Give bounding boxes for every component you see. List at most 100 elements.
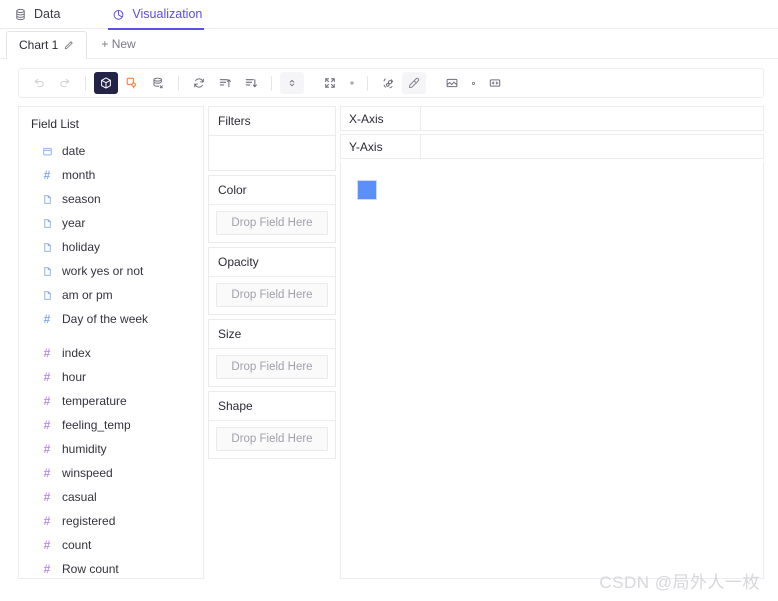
opacity-shelf-body: Drop Field Here: [209, 277, 335, 314]
field-label: work yes or not: [62, 264, 144, 278]
toolbar-divider: [85, 75, 86, 91]
redo-button[interactable]: [53, 72, 77, 94]
chart-canvas[interactable]: [340, 162, 764, 579]
auto-layout-button[interactable]: [376, 72, 400, 94]
field-item-year[interactable]: year: [19, 211, 203, 235]
field-label: registered: [62, 514, 116, 528]
field-item-holiday[interactable]: holiday: [19, 235, 203, 259]
hash-icon: #: [43, 418, 51, 432]
encoding-shelf-panel: Filters Color Drop Field Here Opacity Dr…: [208, 106, 336, 579]
chart-mode-button[interactable]: [94, 72, 118, 94]
document-icon: [41, 290, 53, 301]
hash-icon: #: [43, 466, 51, 480]
hash-icon: #: [43, 370, 51, 384]
shape-shelf-title: Shape: [209, 392, 335, 421]
hash-icon: #: [43, 346, 51, 360]
y-axis-dropzone[interactable]: [421, 135, 763, 158]
size-shelf-body: Drop Field Here: [209, 349, 335, 386]
export-image-button[interactable]: [440, 72, 464, 94]
size-shelf-title: Size: [209, 320, 335, 349]
field-item-temperature[interactable]: # temperature: [19, 389, 203, 413]
tab-visualization-label: Visualization: [132, 7, 203, 21]
y-axis-shelf: Y-Axis: [340, 134, 764, 159]
x-axis-label: X-Axis: [341, 107, 421, 130]
field-item-row-count[interactable]: # Row count: [19, 557, 203, 578]
pie-chart-icon: [112, 8, 125, 21]
field-item-humidity[interactable]: # humidity: [19, 437, 203, 461]
hash-icon: #: [43, 168, 51, 182]
annotation-mode-button[interactable]: [120, 72, 144, 94]
field-label: hour: [62, 370, 87, 384]
field-item-feeling-temp[interactable]: # feeling_temp: [19, 413, 203, 437]
shape-dropzone[interactable]: Drop Field Here: [216, 427, 328, 451]
hash-icon: #: [43, 442, 51, 456]
database-icon: [14, 8, 27, 21]
color-shelf-body: Drop Field Here: [209, 205, 335, 242]
field-item-work-yes-or-not[interactable]: work yes or not: [19, 259, 203, 283]
data-stack-button[interactable]: [146, 72, 170, 94]
opacity-shelf: Opacity Drop Field Here: [208, 247, 336, 315]
hash-icon: #: [43, 562, 51, 576]
field-label: feeling_temp: [62, 418, 131, 432]
opacity-dropzone[interactable]: Drop Field Here: [216, 283, 328, 307]
field-label: temperature: [62, 394, 127, 408]
field-label: date: [62, 144, 86, 158]
hash-icon: #: [43, 538, 51, 552]
field-item-day-of-the-week[interactable]: # Day of the week: [19, 307, 203, 331]
size-dropzone[interactable]: Drop Field Here: [216, 355, 328, 379]
visualization-workspace: Field List date # month season year holi…: [0, 98, 778, 579]
field-list-title: Field List: [31, 117, 80, 131]
hash-icon: #: [43, 394, 51, 408]
pencil-icon[interactable]: [63, 40, 74, 51]
new-chart-button[interactable]: + New: [87, 30, 149, 58]
undo-button[interactable]: [27, 72, 51, 94]
sort-ascending-button[interactable]: [213, 72, 237, 94]
shape-shelf-body: Drop Field Here: [209, 421, 335, 458]
sort-descending-button[interactable]: [239, 72, 263, 94]
stepper-button[interactable]: [280, 72, 304, 94]
toolbar-divider: [178, 75, 179, 91]
fit-screen-settings-button[interactable]: [344, 72, 359, 94]
refresh-button[interactable]: [187, 72, 211, 94]
tab-data[interactable]: Data: [10, 0, 74, 29]
fit-screen-button[interactable]: [318, 72, 342, 94]
chart-mark-square[interactable]: [357, 180, 377, 200]
field-list-panel: Field List date # month season year holi…: [18, 106, 204, 579]
field-item-winspeed[interactable]: # winspeed: [19, 461, 203, 485]
field-item-count[interactable]: # count: [19, 533, 203, 557]
field-item-index[interactable]: # index: [19, 341, 203, 365]
field-item-casual[interactable]: # casual: [19, 485, 203, 509]
document-icon: [41, 194, 53, 205]
x-axis-dropzone[interactable]: [421, 107, 763, 130]
chart-tab-strip: Chart 1 + New: [0, 29, 778, 59]
field-label: am or pm: [62, 288, 113, 302]
export-settings-button[interactable]: [466, 72, 481, 94]
field-label: year: [62, 216, 86, 230]
field-label: winspeed: [62, 466, 113, 480]
code-view-button[interactable]: [483, 72, 507, 94]
chart-toolbar: [18, 68, 764, 98]
field-item-hour[interactable]: # hour: [19, 365, 203, 389]
field-label: casual: [62, 490, 97, 504]
field-item-date[interactable]: date: [19, 139, 203, 163]
tab-visualization[interactable]: Visualization: [108, 0, 216, 30]
field-item-season[interactable]: season: [19, 187, 203, 211]
field-label: humidity: [62, 442, 107, 456]
paint-button[interactable]: [402, 72, 426, 94]
toolbar-divider: [367, 75, 368, 91]
field-item-month[interactable]: # month: [19, 163, 203, 187]
field-item-am-or-pm[interactable]: am or pm: [19, 283, 203, 307]
field-label: season: [62, 192, 101, 206]
filters-shelf-dropzone[interactable]: [209, 136, 335, 170]
color-dropzone[interactable]: Drop Field Here: [216, 211, 328, 235]
field-label: Row count: [62, 562, 119, 576]
watermark-text: CSDN @局外人一枚: [599, 573, 760, 592]
field-label: Day of the week: [62, 312, 149, 326]
filters-shelf-title: Filters: [209, 107, 335, 136]
field-list-dimensions: date # month season year holiday work ye…: [19, 139, 203, 331]
chart-tab-chart-1[interactable]: Chart 1: [6, 31, 88, 59]
hash-icon: #: [43, 312, 51, 326]
shape-shelf: Shape Drop Field Here: [208, 391, 336, 459]
field-item-registered[interactable]: # registered: [19, 509, 203, 533]
chart-column: X-Axis Y-Axis: [340, 106, 764, 579]
